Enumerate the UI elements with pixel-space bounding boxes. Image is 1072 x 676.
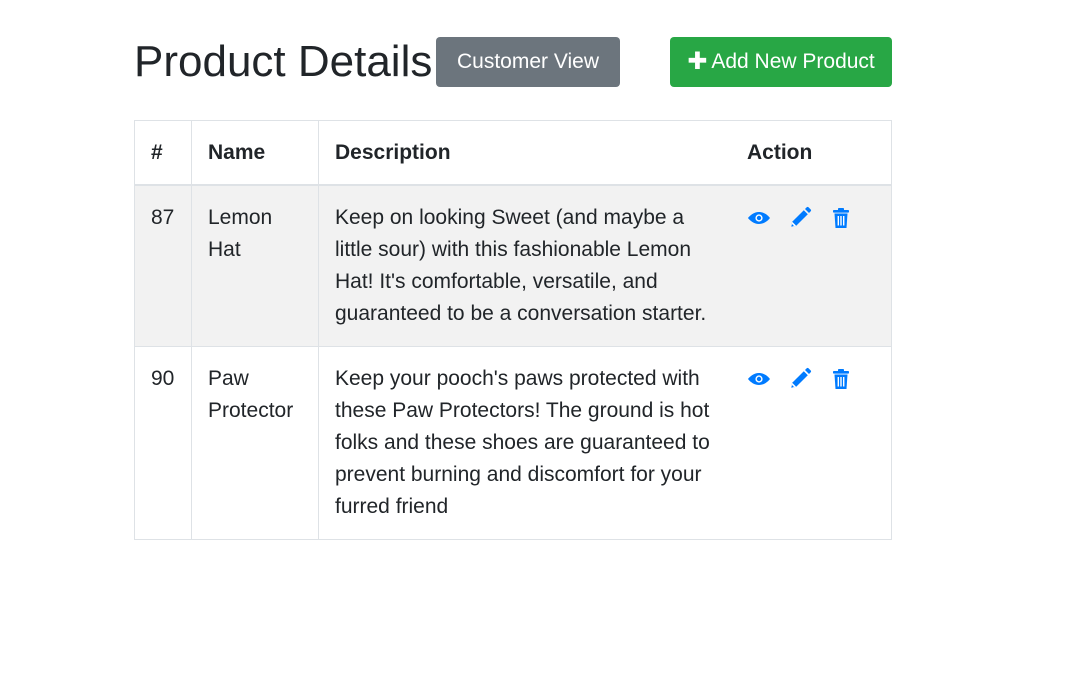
- add-new-product-label: Add New Product: [711, 50, 875, 73]
- table-header-row: # Name Description Action: [134, 120, 892, 186]
- page-header: Product Details Customer View ✚ Add New P…: [134, 37, 892, 87]
- eye-icon[interactable]: [747, 206, 771, 230]
- column-header-number: #: [134, 120, 192, 186]
- page-title: Product Details: [134, 37, 433, 86]
- product-description: Keep your pooch's paws protected with th…: [318, 346, 731, 540]
- products-table: # Name Description Action 87 Lemon Hat K…: [134, 120, 892, 540]
- product-id: 87: [134, 184, 192, 347]
- product-id: 90: [134, 346, 192, 540]
- page: Product Details Customer View ✚ Add New P…: [0, 0, 1072, 676]
- product-name: Paw Protector: [191, 346, 319, 540]
- table-row: 87 Lemon Hat Keep on looking Sweet (and …: [134, 184, 892, 347]
- add-new-product-button[interactable]: ✚ Add New Product: [670, 37, 892, 87]
- column-header-action: Action: [731, 120, 892, 186]
- trash-icon[interactable]: [829, 367, 853, 391]
- product-description: Keep on looking Sweet (and maybe a littl…: [318, 184, 731, 347]
- product-actions: [731, 184, 892, 347]
- customer-view-button[interactable]: Customer View: [436, 37, 620, 87]
- trash-icon[interactable]: [829, 206, 853, 230]
- plus-icon: ✚: [687, 48, 708, 75]
- product-actions: [731, 346, 892, 540]
- pencil-icon[interactable]: [788, 367, 812, 391]
- column-header-description: Description: [318, 120, 731, 186]
- column-header-name: Name: [191, 120, 319, 186]
- pencil-icon[interactable]: [788, 206, 812, 230]
- table-row: 90 Paw Protector Keep your pooch's paws …: [134, 346, 892, 540]
- eye-icon[interactable]: [747, 367, 771, 391]
- product-name: Lemon Hat: [191, 184, 319, 347]
